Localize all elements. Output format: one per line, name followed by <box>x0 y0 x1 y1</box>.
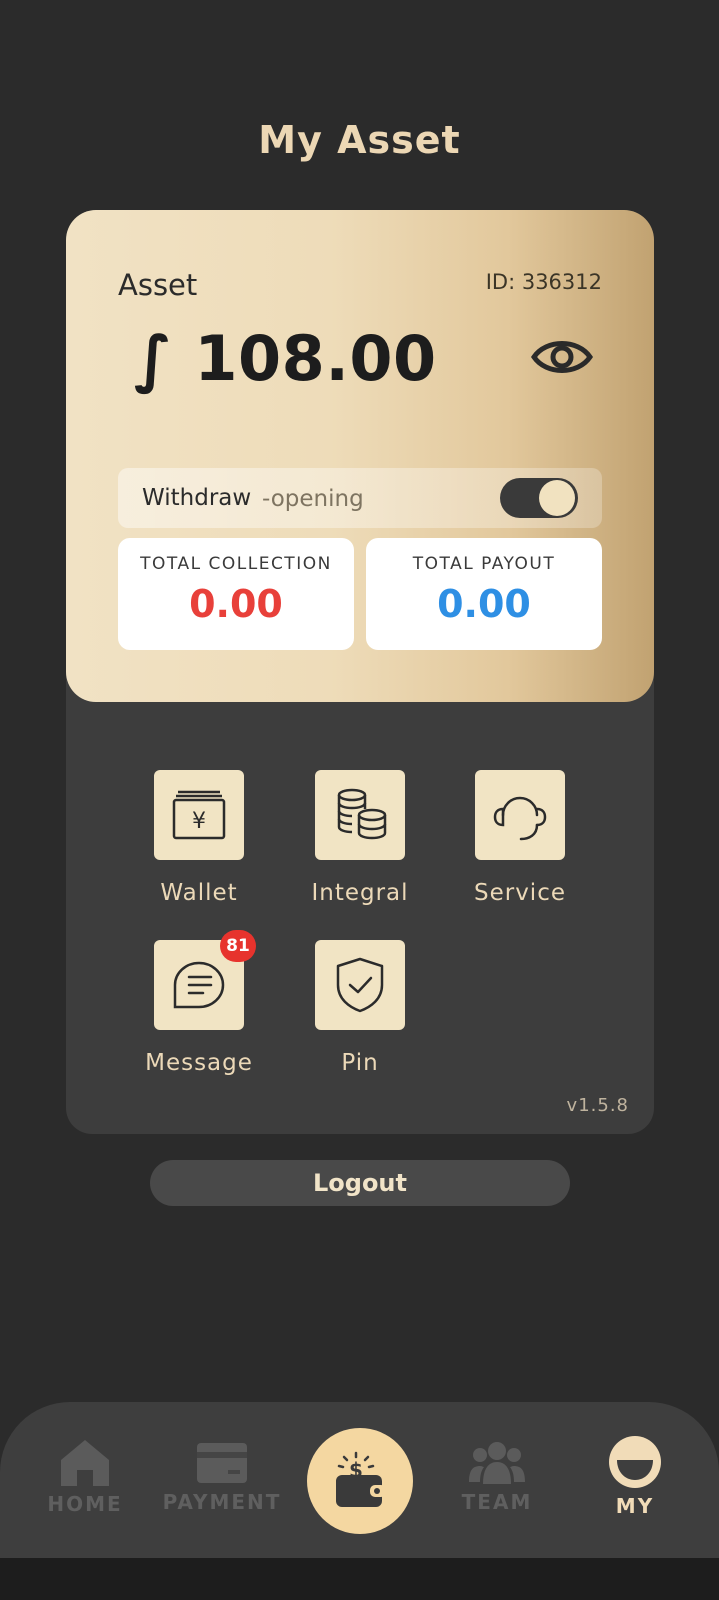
nav-team[interactable]: TEAM <box>432 1440 562 1514</box>
menu-item-message[interactable]: 81 Message <box>129 930 269 1076</box>
svg-text:$: $ <box>349 1458 363 1482</box>
page-title: My Asset <box>258 118 461 162</box>
total-payout-title: TOTAL PAYOUT <box>412 554 556 574</box>
pin-tile[interactable] <box>315 940 405 1030</box>
toggle-knob <box>539 480 575 516</box>
logout-button[interactable]: Logout <box>150 1160 570 1206</box>
nav-label-payment: PAYMENT <box>162 1490 282 1514</box>
withdraw-label: Withdraw <box>142 485 252 511</box>
wallet-money-icon: $ <box>336 1451 386 1507</box>
message-tile[interactable]: 81 <box>154 930 256 1030</box>
nav-home[interactable]: HOME <box>20 1436 150 1516</box>
total-collection-box: TOTAL COLLECTION 0.00 <box>118 538 354 650</box>
nav-payment[interactable]: PAYMENT <box>157 1440 287 1514</box>
integral-tile[interactable] <box>315 770 405 860</box>
menu-label-message: Message <box>145 1050 253 1076</box>
menu-label-service: Service <box>473 880 566 906</box>
nav-label-team: TEAM <box>461 1490 533 1514</box>
menu-label-pin: Pin <box>341 1050 379 1076</box>
asset-amount: ∫ 108.00 <box>134 322 437 395</box>
total-collection-value: 0.00 <box>189 582 283 626</box>
nav-label-home: HOME <box>47 1492 123 1516</box>
nav-wallet-center[interactable]: $ <box>307 1428 413 1534</box>
team-icon <box>469 1442 525 1484</box>
chat-bubble-icon <box>173 961 225 1009</box>
shield-check-icon <box>336 957 384 1013</box>
eye-icon[interactable] <box>531 335 593 379</box>
menu-item-wallet[interactable]: ¥ Wallet <box>129 770 269 906</box>
wallet-yen-icon: ¥ <box>172 790 226 840</box>
menu-label-integral: Integral <box>311 880 409 906</box>
system-nav-strip <box>0 1558 719 1600</box>
withdraw-status: -opening <box>262 486 364 512</box>
asset-label: Asset <box>118 268 198 302</box>
asset-card: Asset ID: 336312 ∫ 108.00 Withdraw -open… <box>66 210 654 702</box>
nav-my[interactable]: MY <box>570 1434 700 1518</box>
message-badge: 81 <box>220 930 256 962</box>
menu-item-service[interactable]: Service <box>450 770 590 906</box>
svg-text:¥: ¥ <box>192 809 206 834</box>
withdraw-toggle[interactable] <box>500 478 578 518</box>
coins-icon <box>337 788 387 840</box>
user-id: ID: 336312 <box>485 270 602 294</box>
app-version: v1.5.8 <box>566 1095 629 1116</box>
total-payout-box: TOTAL PAYOUT 0.00 <box>366 538 602 650</box>
nav-label-my: MY <box>615 1494 655 1518</box>
headset-icon <box>493 796 547 841</box>
menu-item-integral[interactable]: Integral <box>290 770 430 906</box>
service-tile[interactable] <box>475 770 565 860</box>
withdraw-bar: Withdraw -opening <box>118 468 602 528</box>
wallet-tile[interactable]: ¥ <box>154 770 244 860</box>
total-collection-title: TOTAL COLLECTION <box>140 554 332 574</box>
menu-item-pin[interactable]: Pin <box>290 940 430 1076</box>
profile-icon <box>609 1436 661 1488</box>
home-icon <box>61 1440 109 1486</box>
card-icon <box>197 1443 247 1483</box>
total-payout-value: 0.00 <box>437 582 531 626</box>
menu-label-wallet: Wallet <box>160 880 238 906</box>
